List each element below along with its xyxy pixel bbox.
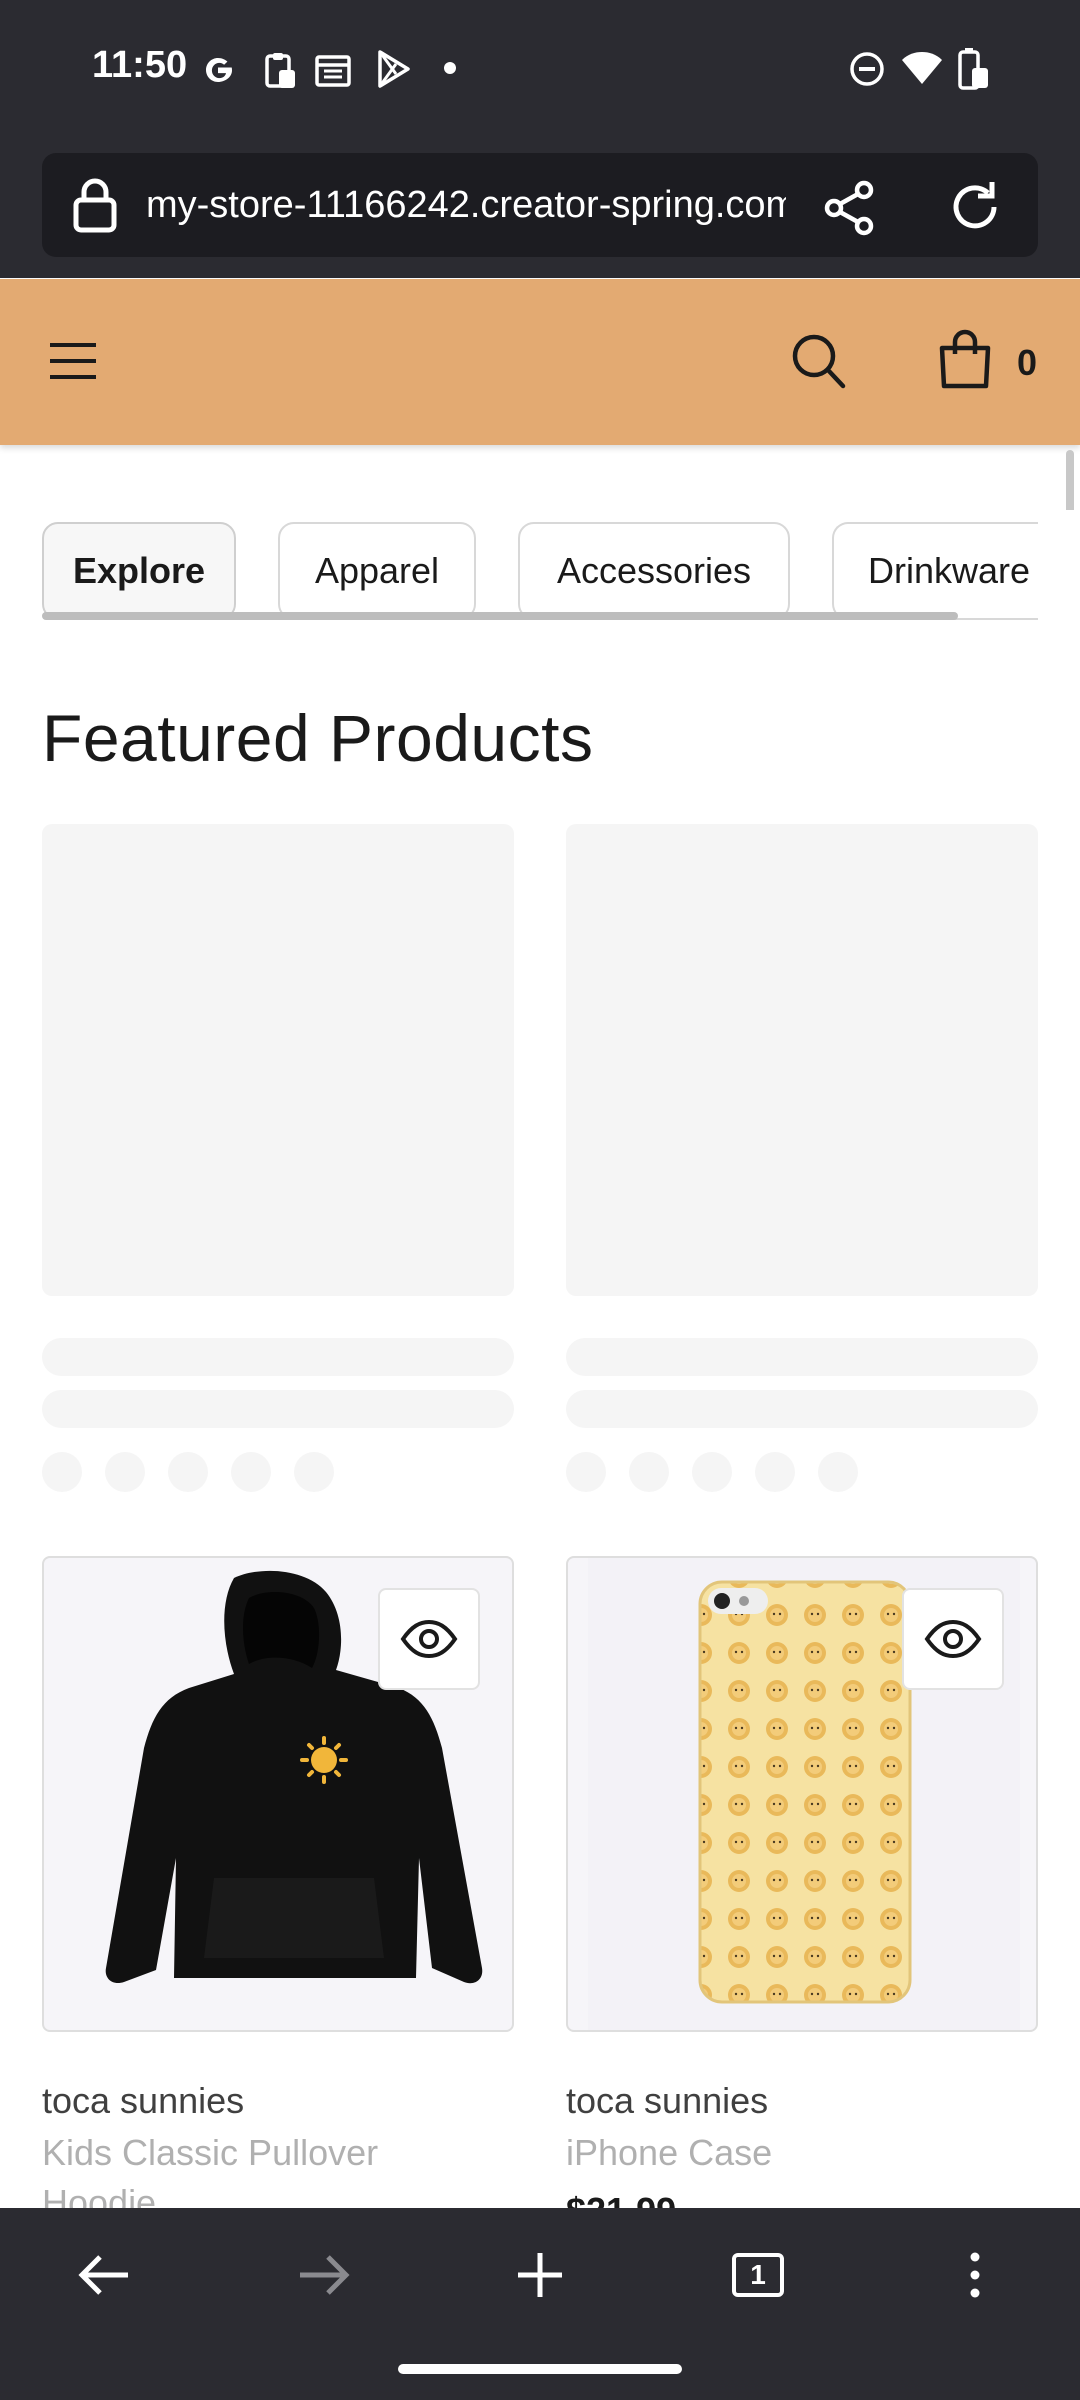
wifi-icon: [902, 52, 942, 84]
category-chip-drinkware[interactable]: Drinkware: [832, 522, 1072, 620]
skeleton-line: [42, 1338, 514, 1376]
skeleton-dot: [692, 1452, 732, 1492]
category-chip-explore[interactable]: Explore: [42, 522, 236, 620]
skeleton-line: [42, 1390, 514, 1428]
category-chip-accessories[interactable]: Accessories: [518, 522, 790, 620]
product-brand[interactable]: toca sunnies: [566, 2080, 768, 2122]
skeleton-image: [42, 824, 514, 1296]
dnd-icon: [850, 52, 884, 86]
more-menu-button[interactable]: [920, 2240, 1030, 2310]
skeleton-dot: [42, 1452, 82, 1492]
skeleton-dot: [755, 1452, 795, 1492]
lock-icon[interactable]: [70, 178, 120, 234]
chip-row-fade: [1038, 510, 1080, 630]
gesture-home-bar[interactable]: [398, 2364, 682, 2374]
eye-icon: [924, 1619, 982, 1659]
tab-switcher-icon: 1: [732, 2253, 784, 2297]
forward-arrow-icon: [300, 2255, 350, 2295]
skeleton-dot: [629, 1452, 669, 1492]
skeleton-image: [566, 824, 1038, 1296]
skeleton-dot: [818, 1452, 858, 1492]
skeleton-dot: [168, 1452, 208, 1492]
new-tab-icon: [518, 2253, 562, 2297]
shopping-bag-icon[interactable]: [938, 328, 992, 390]
store-header: [0, 279, 1080, 445]
skeleton-line: [566, 1390, 1038, 1428]
back-arrow-icon: [78, 2255, 128, 2295]
status-time: 11:50: [92, 44, 188, 86]
category-chip-apparel[interactable]: Apparel: [278, 522, 476, 620]
share-icon[interactable]: [822, 180, 878, 236]
skeleton-dot: [105, 1452, 145, 1492]
more-menu-icon: [970, 2252, 980, 2298]
tab-count: 1: [750, 2259, 766, 2290]
dot-icon: [444, 62, 456, 74]
skeleton-dot: [231, 1452, 271, 1492]
quick-view-button[interactable]: [902, 1588, 1004, 1690]
quick-view-button[interactable]: [378, 1588, 480, 1690]
product-brand[interactable]: toca sunnies: [42, 2080, 244, 2122]
product-card-iphone-case[interactable]: [566, 1556, 1038, 2032]
product-name[interactable]: iPhone Case: [566, 2132, 772, 2174]
url-text[interactable]: my-store-11166242.creator-spring.com: [146, 184, 786, 227]
cart-count[interactable]: 0: [1017, 342, 1037, 384]
clipboard-icon: [265, 53, 295, 88]
calendar-icon: [315, 55, 351, 87]
search-icon[interactable]: [790, 332, 846, 390]
eye-icon: [400, 1619, 458, 1659]
tab-switcher-button[interactable]: 1: [703, 2240, 813, 2310]
featured-products-title: Featured Products: [42, 701, 594, 775]
battery-icon: [958, 48, 988, 90]
skeleton-dot: [566, 1452, 606, 1492]
reload-icon[interactable]: [946, 178, 1004, 236]
google-icon: [206, 58, 232, 82]
play-store-icon: [378, 50, 410, 88]
category-scrollbar[interactable]: [42, 612, 958, 620]
hamburger-menu-icon[interactable]: [48, 340, 98, 382]
back-button[interactable]: [50, 2240, 160, 2310]
skeleton-line: [566, 1338, 1038, 1376]
product-card-hoodie[interactable]: [42, 1556, 514, 2032]
product-name[interactable]: Kids Classic Pullover: [42, 2132, 378, 2174]
skeleton-dot: [294, 1452, 334, 1492]
new-tab-button[interactable]: [485, 2240, 595, 2310]
forward-button[interactable]: [268, 2240, 378, 2310]
